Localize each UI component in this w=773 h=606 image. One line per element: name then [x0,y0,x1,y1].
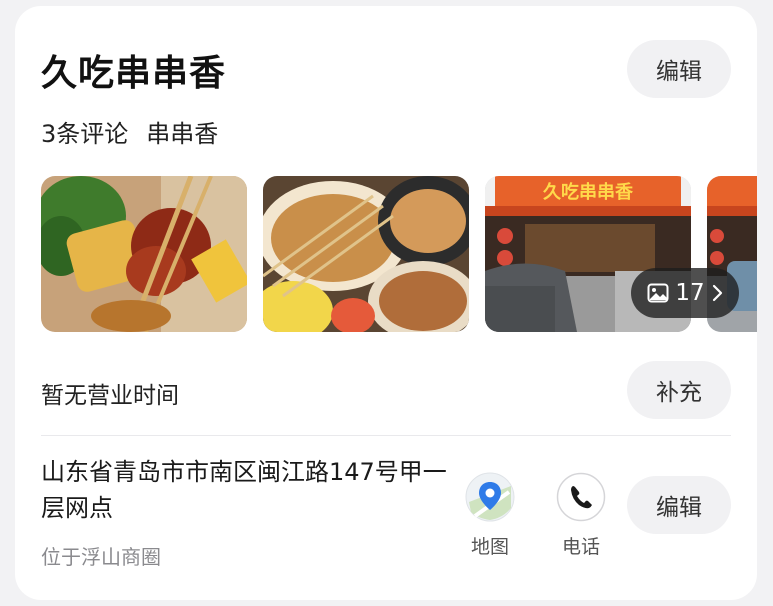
map-label: 地图 [470,536,509,558]
image-icon [647,283,669,303]
chevron-right-icon [711,284,723,302]
shop-card: 久吃串串香 编辑 3条评论 串串香 久吃串串香 17 暂无营业时间 补充 山东省… [15,6,757,600]
map-button[interactable]: 地图 [450,472,530,559]
phone-button[interactable]: 电话 [541,472,621,559]
business-area: 位于浮山商圈 [41,545,161,569]
photo-2[interactable] [263,176,469,332]
business-hours: 暂无营业时间 [41,383,179,409]
photo-1[interactable] [41,176,247,332]
photo-count-value: 17 [675,280,705,306]
store-sign-text: 久吃串串香 [543,181,634,203]
edit-info-button[interactable]: 编辑 [627,40,731,98]
address-text: 山东省青岛市市南区闽江路147号甲一层网点 [41,458,447,522]
photo-count-button[interactable]: 17 [631,268,739,318]
review-count-link[interactable]: 3条评论 [41,120,128,148]
category-label: 串串香 [146,120,219,148]
divider [41,435,731,436]
phone-label: 电话 [561,536,600,558]
shop-meta: 3条评论 串串香 [41,114,218,149]
shop-name: 久吃串串香 [41,53,227,94]
phone-icon [556,472,606,526]
edit-address-button[interactable]: 编辑 [627,476,731,534]
map-pin-icon [465,472,515,526]
add-hours-button[interactable]: 补充 [627,361,731,419]
